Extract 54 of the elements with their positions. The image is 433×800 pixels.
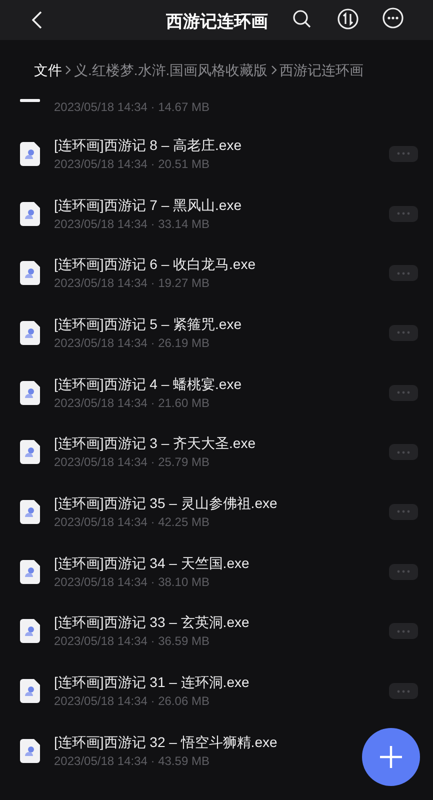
file-meta: 2023/05/18 14:34 · 42.25 MB bbox=[54, 514, 210, 530]
file-name[interactable]: [连环画]西游记 34 – 天竺国.exe bbox=[54, 554, 250, 572]
dots-icon bbox=[397, 212, 410, 216]
more-button[interactable] bbox=[389, 324, 418, 341]
file-name[interactable]: [连环画]西游记 3 – 齐天大圣.exe bbox=[54, 434, 256, 452]
file-meta: 2023/05/18 14:34 · 33.14 MB bbox=[54, 216, 210, 232]
dots-icon bbox=[397, 690, 410, 693]
more-button[interactable] bbox=[389, 384, 418, 401]
more-button[interactable] bbox=[389, 623, 418, 640]
file-name[interactable]: [连环画]西游记 6 – 收白龙马.exe bbox=[54, 255, 256, 274]
sort-icon[interactable] bbox=[337, 8, 359, 30]
dots-icon bbox=[397, 510, 410, 514]
file-meta: 2023/05/18 14:34 · 26.19 MB bbox=[54, 334, 210, 351]
file-meta: 2023/05/18 14:34 · 36.59 MB bbox=[54, 633, 210, 650]
more-button[interactable] bbox=[389, 564, 418, 580]
page-title: 西游记连环画 bbox=[166, 11, 268, 33]
file-name[interactable]: [连环画]西游记 33 – 玄英洞.exe bbox=[54, 613, 250, 632]
file-name[interactable]: [连环画]西游记 5 – 紧箍咒.exe bbox=[54, 314, 242, 333]
back-icon[interactable] bbox=[32, 11, 42, 29]
more-button[interactable] bbox=[389, 504, 418, 520]
dots-icon bbox=[397, 450, 410, 454]
breadcrumb-item[interactable]: 义.红楼梦.水浒.国画风格收藏版 bbox=[74, 60, 268, 80]
file-name[interactable]: [连环画]西游记 35 – 灵山参佛祖.exe bbox=[54, 494, 278, 512]
dots-icon bbox=[397, 152, 410, 156]
dots-icon bbox=[397, 570, 410, 574]
dots-icon bbox=[397, 630, 410, 633]
dots-icon bbox=[397, 272, 410, 275]
more-button[interactable] bbox=[389, 206, 418, 222]
file-name[interactable]: [连环画]西游记 32 – 悟空斗狮精.exe bbox=[54, 732, 278, 751]
file-meta: 2023/05/18 14:34 · 38.10 MB bbox=[54, 574, 210, 590]
dots-icon bbox=[397, 331, 410, 334]
plus-icon bbox=[379, 745, 403, 769]
file-name[interactable]: [连环画]西游记 4 – 蟠桃宴.exe bbox=[54, 374, 242, 393]
file-meta: 2023/05/18 14:34 · 26.06 MB bbox=[54, 693, 210, 710]
more-button[interactable] bbox=[389, 683, 418, 700]
file-meta: 2023/05/18 14:34 · 14.67 MB bbox=[54, 99, 210, 116]
file-meta: 2023/05/18 14:34 · 21.60 MB bbox=[54, 394, 210, 411]
file-name[interactable]: [连环画]西游记 8 – 高老庄.exe bbox=[54, 136, 242, 154]
more-button[interactable] bbox=[389, 146, 418, 162]
file-meta: 2023/05/18 14:34 · 43.59 MB bbox=[54, 752, 210, 769]
file-meta: 2023/05/18 14:34 · 25.79 MB bbox=[54, 454, 210, 470]
search-icon[interactable] bbox=[292, 9, 312, 29]
more-button[interactable] bbox=[389, 265, 418, 282]
breadcrumb-item[interactable]: 西游记连环画 bbox=[280, 60, 364, 80]
file-name[interactable]: [连环画]西游记 7 – 黑风山.exe bbox=[54, 196, 242, 214]
file-name[interactable]: [连环画]西游记 31 – 连环洞.exe bbox=[54, 673, 250, 692]
chevron-icon bbox=[65, 65, 71, 75]
more-button[interactable] bbox=[389, 444, 418, 460]
file-meta: 2023/05/18 14:34 · 20.51 MB bbox=[54, 156, 210, 172]
more-icon[interactable] bbox=[382, 7, 404, 29]
breadcrumb-item[interactable]: 文件 bbox=[34, 60, 62, 80]
file-meta: 2023/05/18 14:34 · 19.27 MB bbox=[54, 275, 210, 292]
dots-icon bbox=[397, 391, 410, 394]
chevron-icon bbox=[270, 65, 277, 75]
